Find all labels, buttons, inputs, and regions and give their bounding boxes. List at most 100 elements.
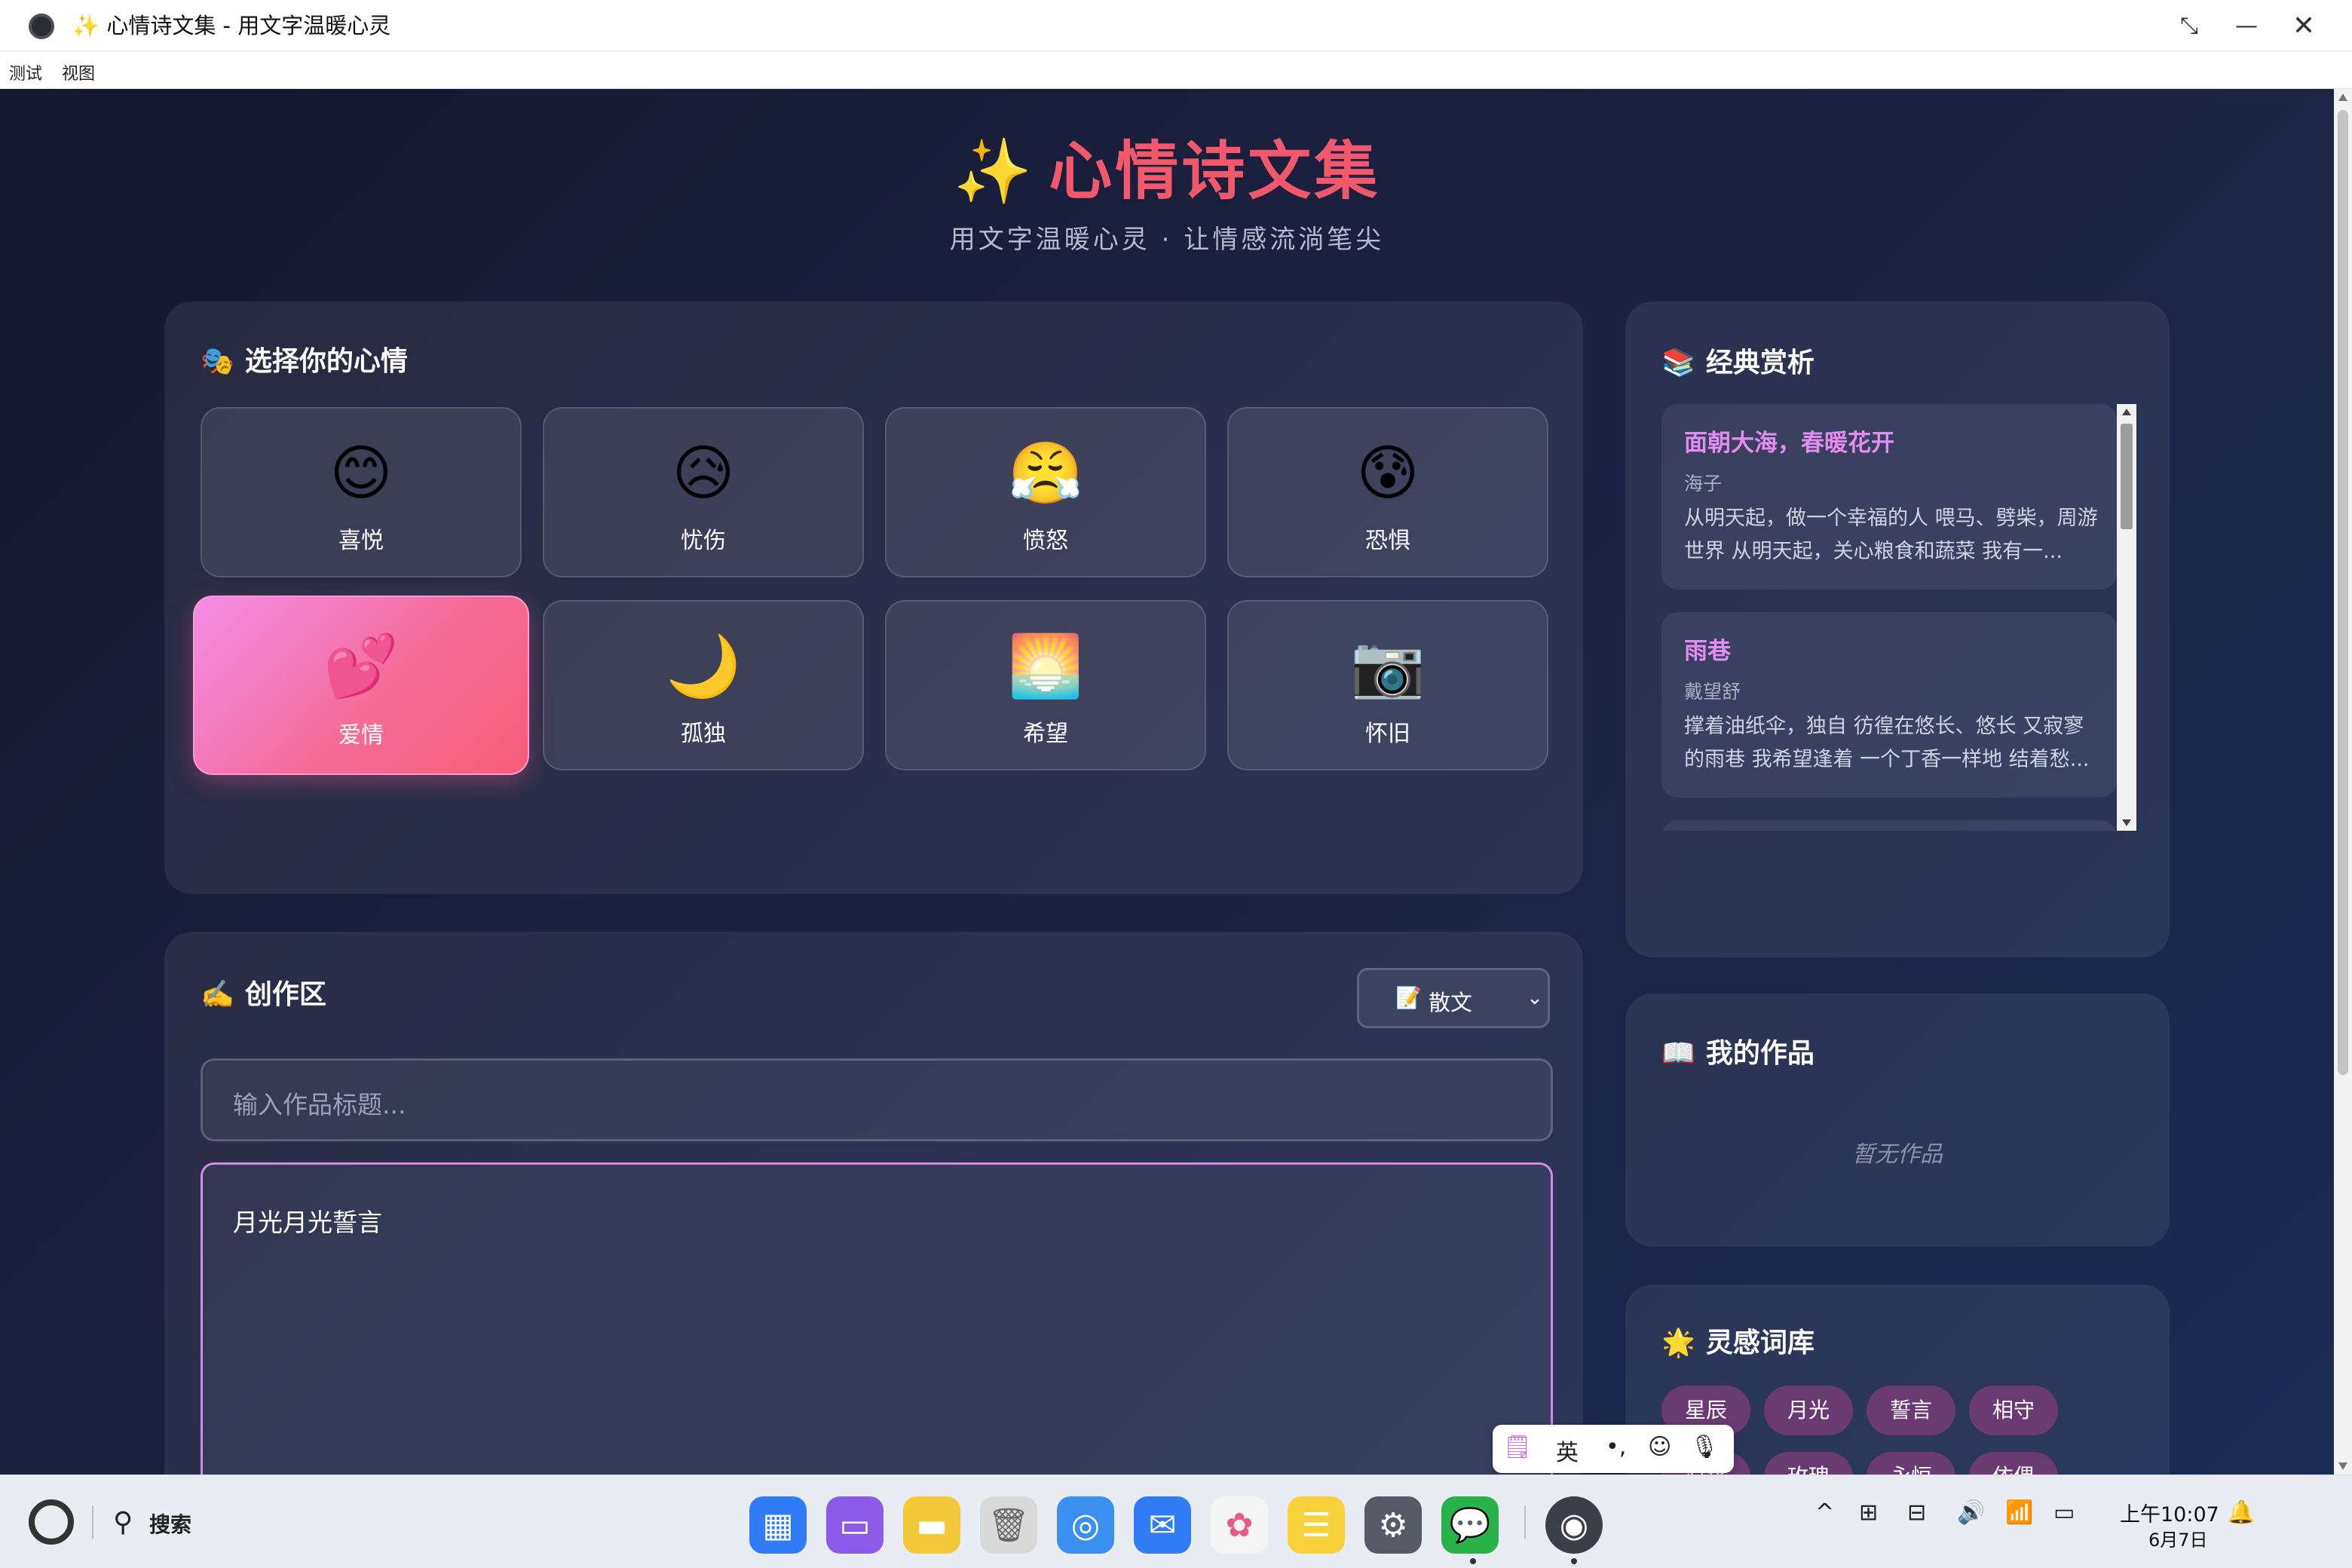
page-scrollbar[interactable] bbox=[2334, 89, 2352, 1475]
ime-microphone-icon[interactable]: 🎙 bbox=[1690, 1434, 1719, 1460]
work-content-value: 月光月光誓言 bbox=[233, 1208, 382, 1237]
mood-label: 愤怒 bbox=[1023, 528, 1068, 554]
angry-face-icon: 😤 bbox=[1008, 438, 1083, 508]
classics-scrollbar[interactable] bbox=[2117, 404, 2136, 831]
scroll-up-icon[interactable] bbox=[2338, 93, 2347, 101]
taskbar: ⚲ 搜索 ▦ ▭ ▬ 🗑 ◎ ✉ ✿ ☰ ⚙ 💬 ◉ ^ ⊞ ⊟ 🔊 📶 ▭ 上… bbox=[0, 1475, 2352, 1568]
taskbar-search-label[interactable]: 搜索 bbox=[149, 1508, 191, 1539]
inspiration-tag[interactable]: 玫瑰 bbox=[1764, 1452, 1853, 1475]
volume-icon[interactable]: 🔊 bbox=[1957, 1499, 1985, 1526]
mood-button-hope[interactable]: 🌅 希望 bbox=[885, 600, 1206, 770]
inspiration-card-title: 🌟 灵感词库 bbox=[1661, 1321, 1815, 1360]
window-titlebar: ✨ 心情诗文集 - 用文字温暖心灵 ⤡ — ✕ bbox=[0, 0, 2352, 51]
scroll-thumb[interactable] bbox=[2121, 424, 2133, 529]
mood-button-fear[interactable]: 😰 恐惧 bbox=[1227, 407, 1548, 577]
my-works-card-title-text: 我的作品 bbox=[1705, 1038, 1815, 1069]
clock-date[interactable]: 6月7日 bbox=[2148, 1525, 2208, 1551]
menu-test[interactable]: 测试 bbox=[9, 60, 42, 84]
inspiration-tag[interactable]: 相守 bbox=[1969, 1386, 2058, 1435]
browser-app-icon[interactable]: ◎ bbox=[1057, 1496, 1114, 1554]
running-indicator bbox=[1571, 1558, 1577, 1564]
page-title: ✨ 心情诗文集 bbox=[0, 121, 2334, 212]
inspiration-tag[interactable]: 永恒 bbox=[1867, 1452, 1955, 1475]
work-title-placeholder: 输入作品标题... bbox=[233, 1090, 406, 1119]
ime-emoji-icon[interactable]: ☺ bbox=[1648, 1434, 1671, 1460]
genre-select[interactable]: 📝 散文 ⌄ bbox=[1357, 968, 1550, 1028]
crying-face-icon: 😥 bbox=[672, 438, 735, 508]
scroll-thumb[interactable] bbox=[2338, 110, 2348, 1075]
menu-bar: 测试 视图 bbox=[0, 53, 2352, 89]
writing-hand-icon: ✍️ bbox=[201, 979, 234, 1010]
work-title-input[interactable]: 输入作品标题... bbox=[201, 1058, 1553, 1141]
notes-app-icon[interactable]: ☰ bbox=[1288, 1496, 1345, 1554]
writing-card-title: ✍️ 创作区 bbox=[201, 972, 326, 1012]
clock-time[interactable]: 上午10:07 bbox=[2120, 1498, 2219, 1527]
anxious-face-icon: 😰 bbox=[1356, 438, 1419, 508]
restore-window-button[interactable]: ⤡ bbox=[2173, 9, 2206, 42]
mood-button-anger[interactable]: 😤 愤怒 bbox=[885, 407, 1206, 577]
tray-keyboard-icon[interactable]: ⊟ bbox=[1907, 1499, 1926, 1526]
tray-expand-icon[interactable]: ^ bbox=[1815, 1499, 1834, 1526]
classic-item[interactable]: 雨巷 戴望舒 撑着油纸伞，独自 彷徨在悠长、悠长 又寂寥的雨巷 我希望逢着 一个… bbox=[1661, 612, 2117, 798]
ime-language-toggle[interactable]: 英 bbox=[1556, 1434, 1579, 1467]
mood-card-title: 🎭 选择你的心情 bbox=[201, 339, 408, 378]
mood-button-nostalgia[interactable]: 📷 怀旧 bbox=[1227, 600, 1548, 770]
mail-app-icon[interactable]: ✉ bbox=[1134, 1496, 1191, 1554]
inspiration-tag[interactable]: 月光 bbox=[1764, 1386, 1853, 1435]
taskbar-divider bbox=[92, 1505, 93, 1539]
inspiration-tag[interactable]: 依偎 bbox=[1969, 1452, 2058, 1475]
chevron-down-icon: ⌄ bbox=[1527, 987, 1543, 1009]
mood-label: 希望 bbox=[1023, 721, 1068, 747]
my-works-card: 📖 我的作品 暂无作品 bbox=[1625, 994, 2170, 1247]
notification-icon[interactable]: 🔔 bbox=[2227, 1499, 2255, 1526]
mood-label: 忧伤 bbox=[681, 528, 726, 554]
taskbar-divider bbox=[1524, 1505, 1526, 1539]
scroll-down-icon[interactable] bbox=[2338, 1462, 2347, 1470]
mood-label: 爱情 bbox=[338, 722, 384, 749]
classic-item-author: 戴望舒 bbox=[1684, 681, 1741, 703]
books-icon: 📚 bbox=[1661, 348, 1695, 378]
work-content-textarea[interactable]: 月光月光誓言 bbox=[201, 1162, 1553, 1475]
classics-card: 📚 经典赏析 面朝大海，春暖花开 海子 从明天起，做一个幸福的人 喂马、劈柴，周游… bbox=[1625, 302, 2170, 957]
launcher-app-icon[interactable]: ▦ bbox=[749, 1496, 807, 1554]
trash-app-icon[interactable]: 🗑 bbox=[980, 1496, 1037, 1554]
classic-item-title: 面朝大海，春暖花开 bbox=[1684, 430, 1894, 457]
files-app-icon[interactable]: ▬ bbox=[903, 1496, 960, 1554]
ime-logo-icon[interactable]: 🗒 bbox=[1503, 1434, 1532, 1460]
wifi-icon[interactable]: 📶 bbox=[2005, 1499, 2033, 1526]
classic-item[interactable] bbox=[1661, 820, 2117, 831]
classic-item-excerpt: 从明天起，做一个幸福的人 喂马、劈柴，周游世界 从明天起，关心粮食和蔬菜 我有一… bbox=[1684, 507, 2098, 563]
tray-ime-icon[interactable]: ⊞ bbox=[1859, 1499, 1878, 1526]
search-icon[interactable]: ⚲ bbox=[113, 1507, 133, 1538]
classic-item-excerpt: 撑着油纸伞，独自 彷徨在悠长、悠长 又寂寥的雨巷 我希望逢着 一个丁香一样地 结… bbox=[1684, 715, 2090, 771]
minimize-window-button[interactable]: — bbox=[2230, 9, 2263, 42]
mood-button-love[interactable]: 💕 爱情 bbox=[193, 596, 529, 775]
genre-select-value: 散文 bbox=[1429, 990, 1473, 1015]
running-app-icon[interactable]: ◉ bbox=[1545, 1496, 1603, 1554]
classic-item[interactable]: 面朝大海，春暖花开 海子 从明天起，做一个幸福的人 喂马、劈柴，周游世界 从明天… bbox=[1661, 404, 2117, 590]
mood-card: 🎭 选择你的心情 😊 喜悦 😥 忧伤 😤 愤怒 😰 恐惧 💕 爱情 🌙 孤独 🌅 bbox=[164, 302, 1583, 894]
close-window-button[interactable]: ✕ bbox=[2287, 9, 2320, 42]
mood-label: 孤独 bbox=[681, 721, 726, 747]
start-button[interactable] bbox=[29, 1499, 74, 1545]
mood-button-lonely[interactable]: 🌙 孤独 bbox=[543, 600, 864, 770]
classics-card-title-text: 经典赏析 bbox=[1705, 348, 1815, 378]
crescent-moon-icon: 🌙 bbox=[666, 631, 741, 701]
menu-view[interactable]: 视图 bbox=[62, 60, 95, 84]
mood-label: 恐惧 bbox=[1365, 528, 1410, 554]
wechat-app-icon[interactable]: 💬 bbox=[1441, 1496, 1499, 1554]
camera-icon: 📷 bbox=[1350, 631, 1426, 701]
battery-icon[interactable]: ▭ bbox=[2053, 1499, 2075, 1526]
photos-app-icon[interactable]: ✿ bbox=[1211, 1496, 1268, 1554]
settings-app-icon[interactable]: ⚙ bbox=[1364, 1496, 1422, 1554]
mood-label: 怀旧 bbox=[1365, 721, 1410, 747]
multitask-app-icon[interactable]: ▭ bbox=[826, 1496, 884, 1554]
mood-button-joy[interactable]: 😊 喜悦 bbox=[201, 407, 522, 577]
inspiration-card-title-text: 灵感词库 bbox=[1705, 1328, 1815, 1358]
scroll-up-icon[interactable] bbox=[2122, 409, 2131, 415]
inspiration-tag[interactable]: 誓言 bbox=[1867, 1386, 1955, 1435]
classics-list: 面朝大海，春暖花开 海子 从明天起，做一个幸福的人 喂马、劈柴，周游世界 从明天… bbox=[1661, 404, 2117, 831]
ime-punctuation-toggle[interactable]: •, bbox=[1606, 1434, 1626, 1460]
mood-button-sad[interactable]: 😥 忧伤 bbox=[543, 407, 864, 577]
scroll-down-icon[interactable] bbox=[2122, 819, 2131, 826]
